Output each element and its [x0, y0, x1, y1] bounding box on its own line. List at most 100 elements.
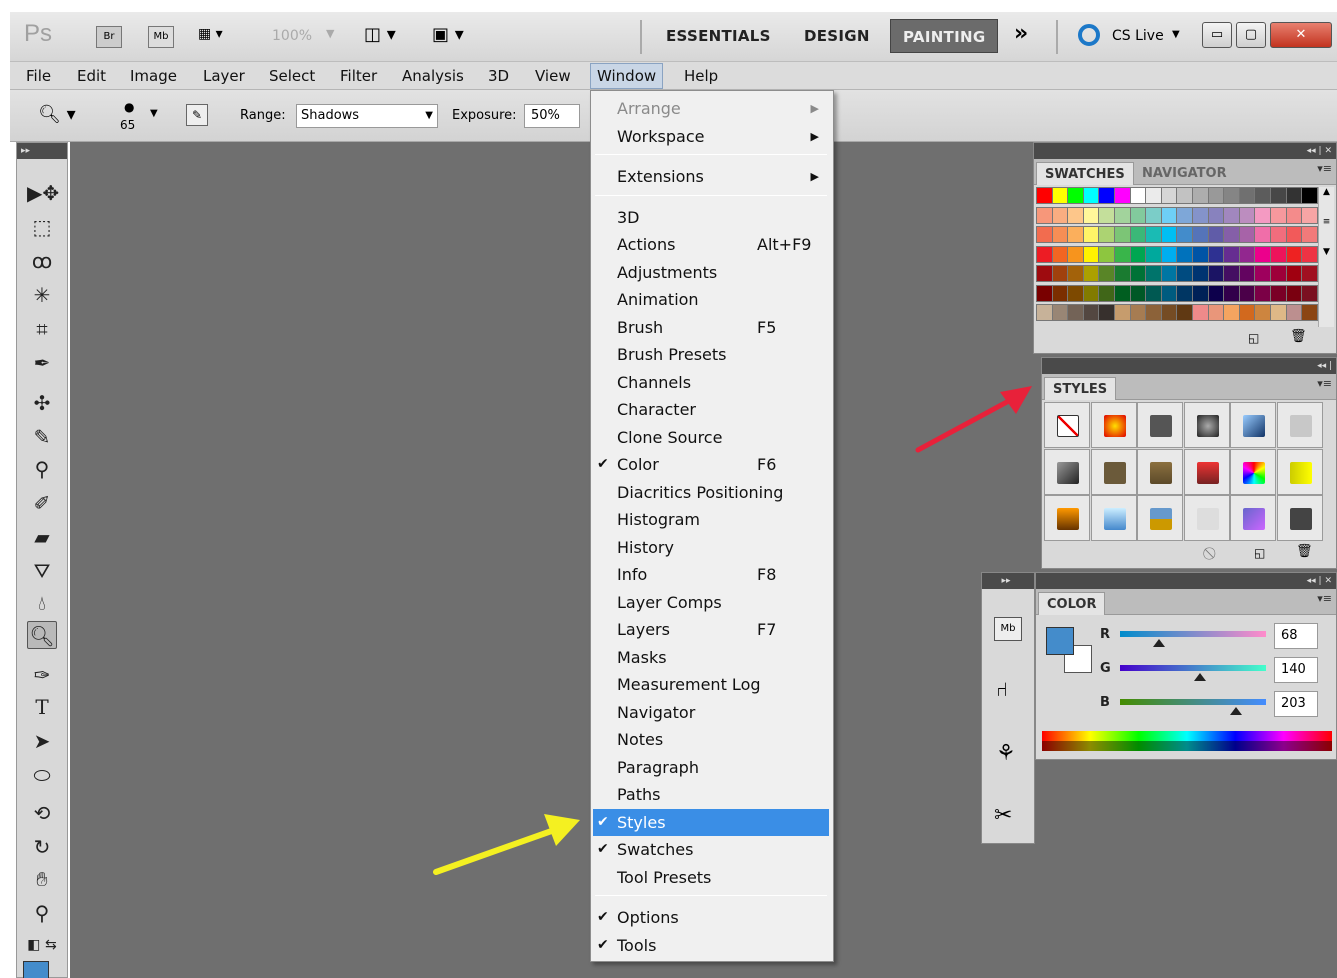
- tab-color[interactable]: COLOR: [1038, 592, 1106, 615]
- color-swatch[interactable]: [1051, 206, 1069, 224]
- tab-navigator[interactable]: NAVIGATOR: [1134, 162, 1235, 185]
- color-swatch[interactable]: [1160, 304, 1178, 321]
- style-preset-none[interactable]: [1044, 402, 1090, 448]
- window-menu-item-character[interactable]: Character: [593, 396, 829, 423]
- color-swatch[interactable]: [1051, 245, 1069, 263]
- color-swatch[interactable]: [1129, 187, 1147, 204]
- dodge-tool-icon[interactable]: 🔍︎: [27, 621, 57, 649]
- dock-expand[interactable]: ▸▸: [982, 573, 1034, 589]
- color-swatch[interactable]: [1036, 245, 1053, 263]
- paint-bucket-tool-icon[interactable]: ⛛: [27, 557, 57, 585]
- style-preset[interactable]: [1183, 448, 1230, 495]
- color-swatch[interactable]: [1285, 226, 1303, 243]
- color-swatch[interactable]: [1160, 206, 1178, 224]
- color-swatch[interactable]: [1114, 187, 1131, 204]
- color-swatch[interactable]: [1207, 226, 1225, 243]
- color-swatch[interactable]: [1114, 226, 1131, 243]
- menu-window[interactable]: Window: [590, 63, 664, 89]
- window-menu-item-info[interactable]: Info F8: [593, 561, 829, 588]
- spot-healing-tool-icon[interactable]: ✣: [27, 389, 57, 417]
- menu-layer[interactable]: Layer: [197, 62, 251, 90]
- color-swatch[interactable]: [1051, 226, 1069, 243]
- history-panel-icon[interactable]: ⑁: [996, 677, 1008, 701]
- color-swatch[interactable]: [1067, 206, 1085, 224]
- tab-swatches[interactable]: SWATCHES: [1036, 162, 1134, 185]
- window-menu-item-masks[interactable]: Masks: [593, 644, 829, 671]
- style-preset[interactable]: [1230, 495, 1276, 541]
- color-swatch[interactable]: [1114, 304, 1131, 321]
- color-swatch[interactable]: [1129, 226, 1147, 243]
- color-swatch[interactable]: [1082, 187, 1100, 204]
- window-menu-item-extensions[interactable]: Extensions ▶: [593, 163, 829, 190]
- color-swatch[interactable]: [1176, 284, 1194, 302]
- menu-edit[interactable]: Edit: [71, 62, 112, 90]
- window-menu-item-tools[interactable]: ✔ Tools: [593, 932, 829, 959]
- menu-image[interactable]: Image: [124, 62, 183, 90]
- color-swatch[interactable]: [1270, 187, 1287, 204]
- color-swatch[interactable]: [1301, 245, 1319, 263]
- brush-panel-toggle[interactable]: ✎: [186, 104, 208, 126]
- new-swatch-icon[interactable]: ◱: [1248, 331, 1259, 345]
- color-swatch[interactable]: [1160, 265, 1178, 282]
- color-swatch[interactable]: [1098, 187, 1116, 204]
- window-menu-item-layers[interactable]: Layers F7: [593, 616, 829, 643]
- color-swatch[interactable]: [1192, 304, 1209, 321]
- color-swatch[interactable]: [1270, 284, 1287, 302]
- style-preset[interactable]: [1183, 402, 1230, 448]
- green-value-input[interactable]: 140: [1274, 657, 1318, 683]
- zoom-tool-icon[interactable]: ⚲: [27, 899, 57, 927]
- color-swatch[interactable]: [1145, 284, 1163, 302]
- chevron-down-icon[interactable]: ▼: [1172, 29, 1180, 40]
- color-swatch[interactable]: [1067, 304, 1085, 321]
- color-swatch[interactable]: [1145, 226, 1163, 243]
- color-swatch[interactable]: [1098, 226, 1116, 243]
- color-swatch[interactable]: [1098, 245, 1116, 263]
- color-swatch[interactable]: [1223, 187, 1241, 204]
- type-tool-icon[interactable]: T: [27, 693, 57, 721]
- style-preset[interactable]: [1090, 448, 1137, 495]
- window-menu-item-channels[interactable]: Channels: [593, 369, 829, 396]
- screen-mode-icon[interactable]: ▣ ▾: [432, 24, 464, 45]
- panel-menu-icon[interactable]: ▾≡: [1317, 162, 1332, 175]
- color-swatch[interactable]: [1160, 226, 1178, 243]
- blue-slider-handle[interactable]: [1230, 707, 1243, 715]
- window-menu-item-paragraph[interactable]: Paragraph: [593, 754, 829, 781]
- style-preset[interactable]: [1183, 495, 1230, 541]
- cslive-button[interactable]: CS Live: [1112, 28, 1164, 44]
- marquee-tool-icon[interactable]: ⬚: [27, 213, 57, 241]
- color-swatch[interactable]: [1176, 206, 1194, 224]
- window-menu-item-color[interactable]: ✔ Color F6: [593, 451, 829, 478]
- color-swatch[interactable]: [1036, 206, 1053, 224]
- color-swatch[interactable]: [1254, 265, 1272, 282]
- window-menu-item-3d[interactable]: 3D: [593, 204, 829, 231]
- brush-dropdown-icon[interactable]: ▼: [150, 108, 158, 119]
- color-swatch[interactable]: [1192, 245, 1209, 263]
- minimize-button[interactable]: ▭: [1202, 22, 1232, 48]
- window-menu-item-options[interactable]: ✔ Options: [593, 904, 829, 931]
- color-swatch[interactable]: [1207, 265, 1225, 282]
- color-swatch[interactable]: [1176, 245, 1194, 263]
- menu-file[interactable]: File: [20, 62, 57, 90]
- crop-tool-icon[interactable]: ⌗: [27, 315, 57, 343]
- color-swatch[interactable]: [1301, 304, 1319, 321]
- red-slider[interactable]: [1120, 631, 1266, 637]
- window-menu-item-navigator[interactable]: Navigator: [593, 699, 829, 726]
- color-swatch[interactable]: [1270, 304, 1287, 321]
- color-swatch[interactable]: [1223, 304, 1241, 321]
- color-swatch[interactable]: [1301, 206, 1319, 224]
- color-swatch[interactable]: [1285, 304, 1303, 321]
- color-swatch[interactable]: [1176, 265, 1194, 282]
- brush-size[interactable]: 65: [120, 118, 135, 132]
- color-swatch[interactable]: [1160, 284, 1178, 302]
- path-selection-tool-icon[interactable]: ➤: [27, 727, 57, 755]
- window-menu-item-brush[interactable]: Brush F5: [593, 314, 829, 341]
- ellipse-tool-icon[interactable]: ⬭: [27, 761, 57, 789]
- new-style-icon[interactable]: ◱: [1254, 546, 1265, 560]
- window-menu-item-notes[interactable]: Notes: [593, 726, 829, 753]
- window-menu-item-arrange[interactable]: Arrange ▶: [593, 95, 829, 122]
- style-preset[interactable]: [1044, 448, 1090, 495]
- color-swatch[interactable]: [1301, 187, 1319, 204]
- color-swatch[interactable]: [1207, 206, 1225, 224]
- arrange-documents-icon[interactable]: ◫ ▾: [364, 24, 396, 45]
- history-brush-tool-icon[interactable]: ✐: [27, 489, 57, 517]
